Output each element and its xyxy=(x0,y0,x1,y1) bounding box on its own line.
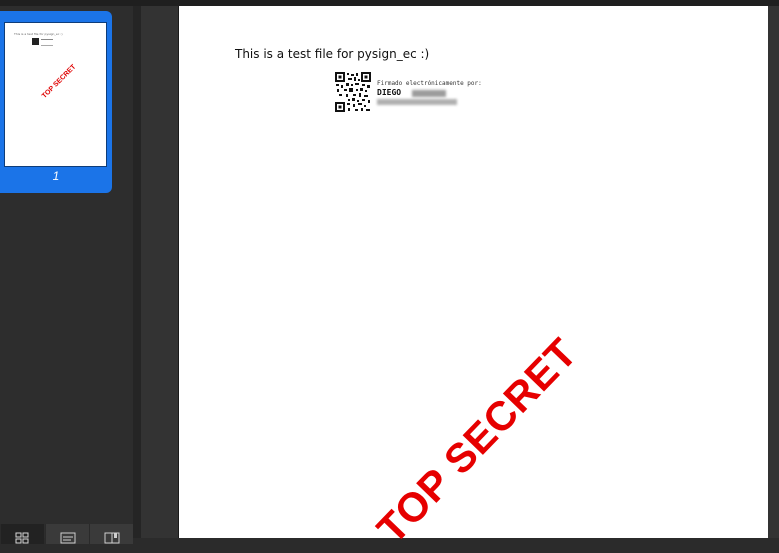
signature-name: DIEGO xyxy=(377,88,402,97)
tab-bookmarks[interactable] xyxy=(89,524,133,544)
tab-outline[interactable] xyxy=(45,524,89,544)
document-page: This is a test file for pysign_ec :) Fir… xyxy=(178,6,768,552)
sidebar-splitter[interactable] xyxy=(133,6,141,538)
thumbnail-qr-icon xyxy=(32,38,39,45)
document-text: This is a test file for pysign_ec :) xyxy=(235,47,430,61)
thumbnail-page-number: 1 xyxy=(52,169,60,183)
thumbnail-sidebar: This is a test file for pysign_ec :) TOP… xyxy=(0,6,133,544)
top-secret-stamp: TOP SECRET xyxy=(368,329,586,553)
signature-heading: Firmado electrónicamente por: xyxy=(377,80,482,87)
sidebar-view-tabs xyxy=(0,524,133,544)
tab-thumbnails[interactable] xyxy=(0,524,44,544)
thumbnail-page-preview: This is a test file for pysign_ec :) TOP… xyxy=(4,22,107,167)
thumbnail-text: This is a test file for pysign_ec :) xyxy=(14,32,63,36)
bookmark-icon xyxy=(104,532,120,544)
outline-icon xyxy=(60,532,76,544)
signature-redaction-line xyxy=(377,99,457,105)
grid-icon xyxy=(15,532,29,544)
page-thumbnail-selected[interactable]: This is a test file for pysign_ec :) TOP… xyxy=(0,11,112,193)
thumbnail-stamp: TOP SECRET xyxy=(41,63,78,100)
thumbnail-signature-lines xyxy=(41,39,53,46)
signature-redaction xyxy=(412,90,446,97)
qr-code-icon xyxy=(335,72,371,112)
